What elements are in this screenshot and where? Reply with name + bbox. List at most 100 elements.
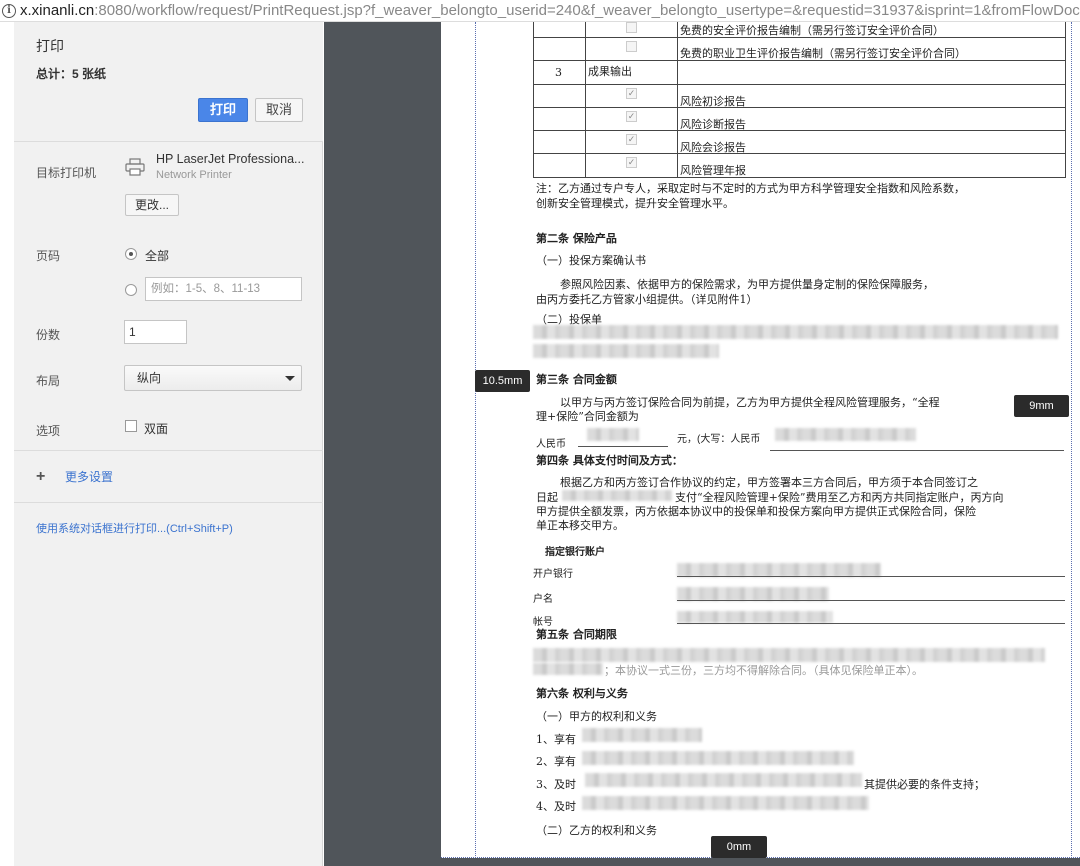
paragraph: 单正本移交甲方。 (536, 519, 624, 532)
article-heading: 第五条 合同期限 (536, 628, 617, 641)
bottom-margin-tag: 0mm (711, 836, 767, 858)
table-cell: 风险诊断报告 (680, 118, 746, 131)
redacted-text (562, 490, 672, 501)
article-heading: 第四条 具体支付时间及方式： (536, 454, 683, 467)
table-border (533, 130, 1066, 131)
article-heading: 第二条 保险产品 (536, 232, 617, 245)
left-margin-guide[interactable] (475, 22, 476, 858)
table-border (585, 22, 586, 178)
layout-select[interactable]: 纵向 (124, 365, 302, 391)
table-border (533, 84, 1066, 85)
section-heading: （一）投保方案确认书 (536, 254, 646, 267)
bank-name-label: 开户银行 (533, 569, 573, 580)
checkbox-icon (626, 41, 637, 52)
checkmark-icon: ✓ (626, 88, 637, 99)
checkmark-icon: ✓ (626, 157, 637, 168)
list-item: 2、享有 (536, 755, 576, 768)
paragraph: 参照风险因素、依据甲方的保险需求，为甲方提供量身定制的保险保障服务， (560, 278, 934, 291)
bank-title: 指定银行账户 (545, 547, 605, 558)
printer-name: HP LaserJet Professiona... (156, 152, 305, 166)
layout-label: 布局 (36, 374, 61, 388)
table-cell: 免费的安全评价报告编制（需另行签订安全评价合同） (680, 24, 944, 37)
redacted-text (533, 648, 1045, 662)
list-item: 3、及时 (536, 778, 576, 791)
more-settings-link[interactable]: 更多设置 (65, 468, 113, 485)
fill-line (578, 446, 668, 447)
right-margin-tag: 9mm (1014, 395, 1069, 417)
destination-label: 目标打印机 (36, 166, 97, 180)
print-button[interactable]: 打印 (198, 98, 248, 122)
table-border (677, 22, 678, 178)
options-label: 选项 (36, 424, 61, 438)
checkmark-icon: ✓ (626, 134, 637, 145)
list-item: 其提供必要的条件支持； (864, 778, 985, 791)
amount-label: 元，(大写：人民币 (677, 434, 761, 445)
table-cell: 风险初诊报告 (680, 95, 746, 108)
chevron-down-icon (285, 376, 295, 381)
fill-line (770, 450, 1064, 451)
left-margin-tag: 10.5mm (475, 370, 530, 392)
paragraph: 由丙方委托乙方管家小组提供。（详见附件1） (536, 293, 758, 306)
url-host: x.xinanli.cn (20, 2, 95, 19)
print-title: 打印 (36, 38, 64, 54)
table-cell: 免费的职业卫生评价报告编制（需另行签订安全评价合同） (680, 47, 966, 60)
table-cell: 风险会诊报告 (680, 141, 746, 154)
redacted-text (582, 728, 702, 742)
checkbox-icon (626, 22, 637, 33)
duplex-label: 双面 (144, 422, 169, 436)
note-line: 创新安全管理模式，提升安全管理水平。 (536, 197, 734, 210)
printer-type: Network Printer (156, 169, 232, 181)
pages-all-radio[interactable] (125, 248, 137, 260)
section-heading: （二）乙方的权利和义务 (536, 824, 657, 837)
redacted-text (677, 587, 829, 601)
redacted-text (533, 663, 603, 675)
divider (14, 502, 323, 503)
table-cell: 3 (555, 66, 562, 79)
redacted-text (582, 796, 869, 810)
table-cell: 风险管理年报 (680, 164, 746, 177)
list-item: 4、及时 (536, 800, 576, 813)
table-border (533, 107, 1066, 108)
article-heading: 第六条 权利与义务 (536, 687, 628, 700)
right-margin-guide[interactable] (1071, 22, 1072, 858)
checkmark-icon: ✓ (626, 111, 637, 122)
redacted-text (533, 344, 719, 358)
redacted-text (677, 563, 881, 577)
layout-value: 纵向 (137, 371, 162, 385)
redacted-text (585, 773, 862, 787)
print-header: 打印 总计：5 张纸 打印 取消 (14, 22, 323, 142)
paragraph: 根据乙方和丙方签订合作协议的约定，甲方签署本三方合同后，甲方须于本合同签订之 (560, 476, 978, 489)
list-item: 1、享有 (536, 733, 576, 746)
table-cell: 成果输出 (588, 65, 632, 78)
cancel-button[interactable]: 取消 (255, 98, 303, 122)
page-range-input[interactable]: 例如：1-5、8、11-13 (145, 277, 302, 301)
address-bar[interactable]: i x.xinanli.cn :8080/workflow/request/Pr… (0, 0, 1080, 22)
system-dialog-link[interactable]: 使用系统对话框进行打印...(Ctrl+Shift+P) (36, 520, 233, 536)
pages-all-label: 全部 (145, 249, 170, 263)
article-heading: 第三条 合同金额 (536, 373, 617, 386)
divider (14, 450, 323, 451)
redacted-text (775, 428, 916, 441)
url-path: :8080/workflow/request/PrintRequest.jsp?… (94, 2, 1080, 19)
paragraph: ；本协议一式三份，三方均不得解除合同。（具体见保险单正本）。 (604, 664, 923, 677)
plus-icon[interactable]: + (36, 468, 45, 486)
pages-custom-radio[interactable] (125, 284, 137, 296)
copies-label: 份数 (36, 328, 61, 342)
duplex-checkbox[interactable] (125, 420, 137, 432)
fill-line (677, 576, 1065, 577)
table-border (1065, 22, 1066, 178)
paragraph: 理+保险”合同金额为 (536, 410, 639, 423)
info-icon[interactable]: i (2, 3, 16, 18)
print-settings-panel: 打印 总计：5 张纸 打印 取消 目标打印机 HP LaserJet Profe… (14, 22, 323, 866)
fill-line (677, 623, 1065, 624)
printer-icon (125, 158, 145, 176)
table-border (533, 177, 1066, 178)
table-border (533, 22, 534, 178)
note-line: 注：乙方通过专户专人，采取定时与不定时的方式为甲方科学管理安全指数和风险系数， (536, 182, 965, 195)
copies-input[interactable]: 1 (124, 320, 187, 344)
redacted-text (677, 611, 833, 623)
section-heading: （一）甲方的权利和义务 (536, 710, 657, 723)
change-printer-button[interactable]: 更改... (125, 194, 179, 216)
fill-line (677, 600, 1065, 601)
redacted-text (582, 751, 854, 765)
